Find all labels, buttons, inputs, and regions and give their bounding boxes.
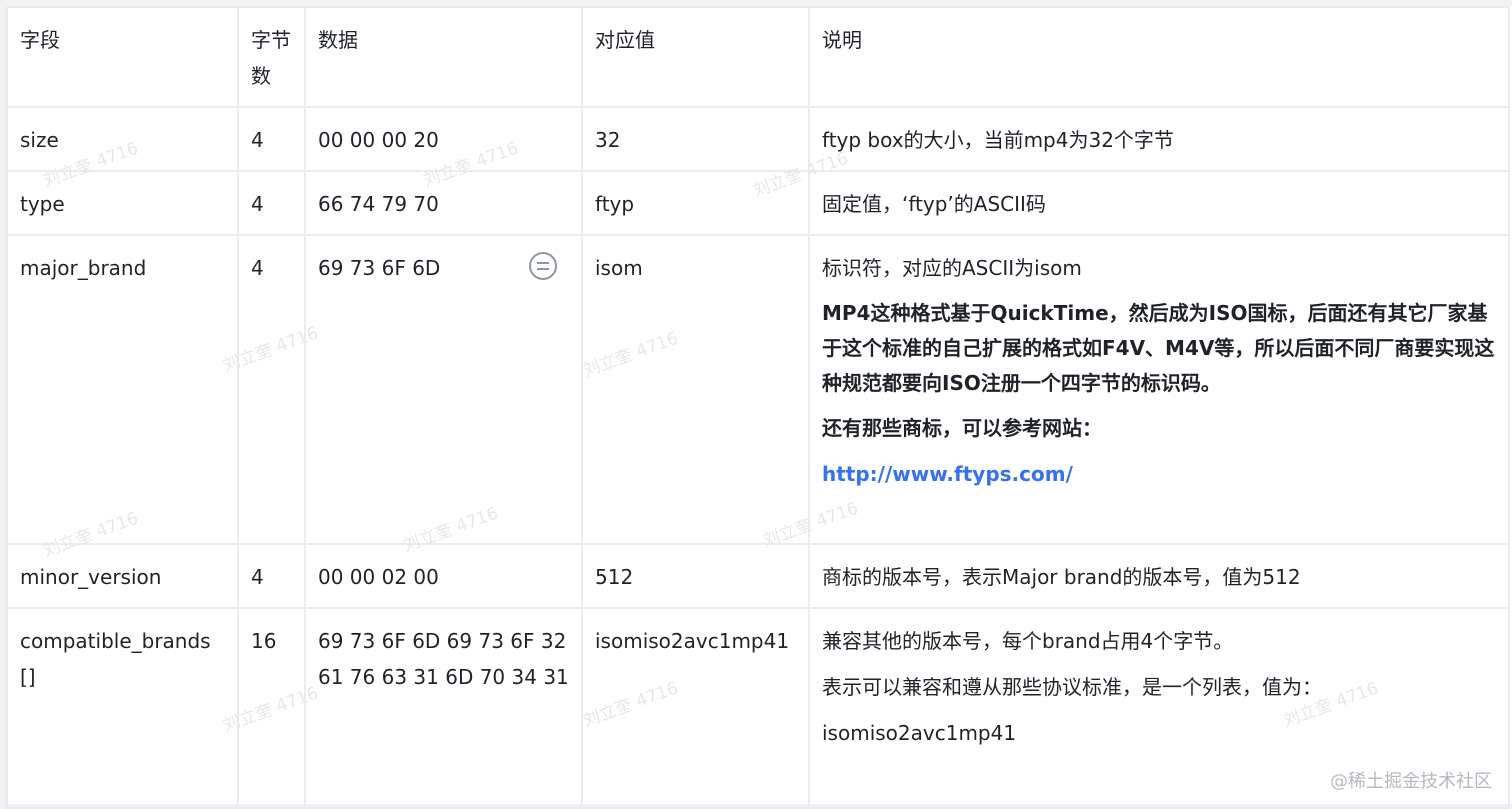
table-row: type 4 66 74 79 70 ftyp 固定值，‘ftyp’的ASCII… [6,170,1510,236]
description-text: ftyp box的大小，当前mp4为32个字节 [822,128,1174,152]
header-data: 数据 [304,6,583,108]
cell-value: 512 [581,543,810,609]
cell-data: 00 00 02 00 [304,543,583,609]
header-bytes: 字节数 [237,6,306,108]
cell-value: isomiso2avc1mp41 [581,607,810,809]
cell-description: ftyp box的大小，当前mp4为32个字节 [808,106,1510,172]
table-row: minor_version 4 00 00 02 00 512 商标的版本号，表… [6,543,1510,609]
cell-bytes: 4 [237,106,306,172]
description-text: isomiso2avc1mp41 [822,721,1017,745]
table-header-row: 字段 字节数 数据 对应值 说明 [6,6,1510,108]
cell-bytes: 4 [237,543,306,609]
description-bold-text: MP4这种格式基于QuickTime，然后成为ISO国标，后面还有其它厂家基于这… [822,301,1495,395]
header-description: 说明 [808,6,1510,108]
ftyp-box-table: 字段 字节数 数据 对应值 说明 size 4 00 00 00 20 32 f… [6,6,1510,809]
equal-circle-icon[interactable] [529,252,557,280]
cell-data-text: 69 73 6F 6D [318,256,441,280]
cell-field: type [6,170,239,236]
cell-field: major_brand [6,234,239,545]
description-text: 标识符，对应的ASCII为isom [822,256,1082,280]
cell-bytes: 4 [237,234,306,545]
table-row: size 4 00 00 00 20 32 ftyp box的大小，当前mp4为… [6,106,1510,172]
cell-description: 标识符，对应的ASCII为isom MP4这种格式基于QuickTime，然后成… [808,234,1510,545]
cell-data: 69 73 6F 6D [304,234,583,545]
cell-value: ftyp [581,170,810,236]
description-bold-text: 还有那些商标，可以参考网站： [822,416,1102,440]
description-text: 兼容其他的版本号，每个brand占用4个字节。 [822,629,1234,653]
table-row: major_brand 4 69 73 6F 6D isom 标识符，对应的AS… [6,234,1510,545]
cell-data: 00 00 00 20 [304,106,583,172]
cell-data: 66 74 79 70 [304,170,583,236]
cell-data: 69 73 6F 6D 69 73 6F 32 61 76 63 31 6D 7… [304,607,583,809]
cell-field: compatible_brands[] [6,607,239,809]
cell-bytes: 4 [237,170,306,236]
cell-field: size [6,106,239,172]
cell-value: isom [581,234,810,545]
cell-value: 32 [581,106,810,172]
cell-description: 商标的版本号，表示Major brand的版本号，值为512 [808,543,1510,609]
ftyps-link[interactable]: http://www.ftyps.com/ [822,462,1073,486]
cell-bytes: 16 [237,607,306,809]
description-text: 表示可以兼容和遵从那些协议标准，是一个列表，值为： [822,675,1322,699]
cell-field: minor_version [6,543,239,609]
cell-description: 固定值，‘ftyp’的ASCII码 [808,170,1510,236]
table-row: compatible_brands[] 16 69 73 6F 6D 69 73… [6,607,1510,809]
header-field: 字段 [6,6,239,108]
description-text: 固定值，‘ftyp’的ASCII码 [822,192,1046,216]
site-watermark: @稀土掘金技术社区 [1330,771,1492,792]
description-text: 商标的版本号，表示Major brand的版本号，值为512 [822,565,1301,589]
header-value: 对应值 [581,6,810,108]
